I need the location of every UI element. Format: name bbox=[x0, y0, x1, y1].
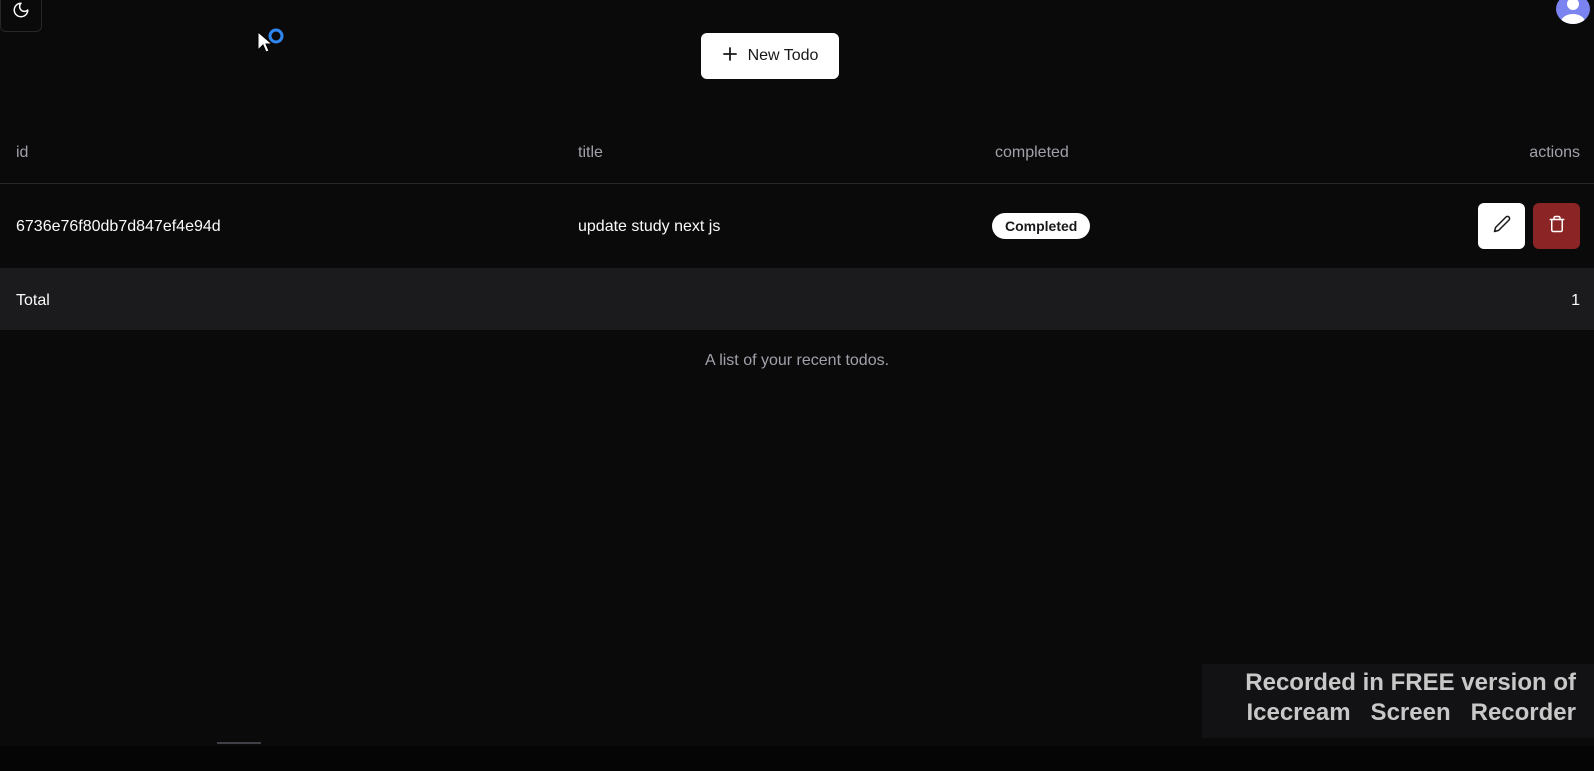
column-header-completed: completed bbox=[995, 144, 1069, 161]
column-header-actions: actions bbox=[1529, 144, 1580, 161]
column-header-id: id bbox=[16, 144, 29, 161]
bottom-bar bbox=[0, 746, 1594, 771]
status-badge: Completed bbox=[992, 213, 1091, 239]
todo-id-cell: 6736e76f80db7d847ef4e94d bbox=[16, 218, 221, 235]
edit-button[interactable] bbox=[1478, 203, 1525, 249]
total-label: Total bbox=[16, 292, 50, 309]
todo-title-cell: update study next js bbox=[578, 218, 721, 235]
table-footer bbox=[0, 268, 1594, 330]
column-header-title: title bbox=[578, 144, 603, 161]
mouse-cursor-icon bbox=[256, 28, 286, 63]
todo-page: New Todo id title completed actions 6736… bbox=[0, 0, 1594, 771]
theme-toggle-button[interactable] bbox=[0, 0, 42, 32]
user-avatar[interactable] bbox=[1556, 0, 1590, 24]
table-row bbox=[0, 184, 1594, 268]
watermark-line-2: Icecream Screen Recorder bbox=[1246, 699, 1576, 726]
trash-icon bbox=[1548, 215, 1566, 238]
pencil-icon bbox=[1493, 215, 1511, 238]
new-todo-button[interactable]: New Todo bbox=[701, 33, 839, 79]
plus-icon bbox=[722, 46, 738, 67]
delete-button[interactable] bbox=[1533, 203, 1580, 249]
recorder-watermark: Recorded in FREE version of Icecream Scr… bbox=[1202, 664, 1594, 738]
watermark-line-1: Recorded in FREE version of bbox=[1245, 669, 1576, 696]
scrollbar-handle[interactable] bbox=[217, 742, 261, 744]
moon-icon bbox=[12, 1, 30, 24]
new-todo-label: New Todo bbox=[747, 47, 819, 64]
total-value: 1 bbox=[1571, 292, 1580, 309]
user-icon bbox=[1556, 0, 1590, 24]
table-caption: A list of your recent todos. bbox=[704, 352, 890, 369]
